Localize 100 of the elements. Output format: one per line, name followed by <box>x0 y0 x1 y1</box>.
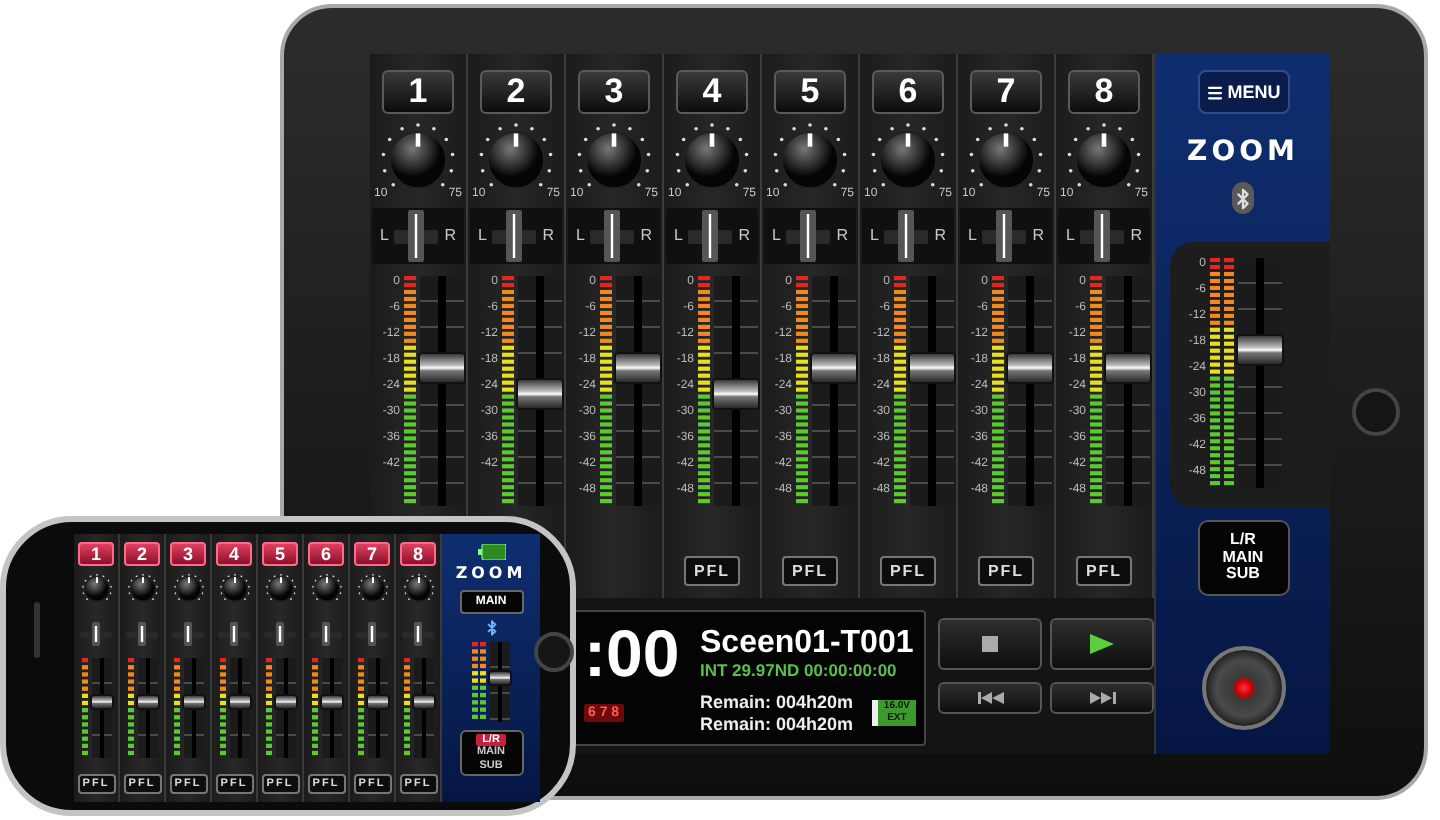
level-meter-drawing <box>173 658 179 758</box>
fader-knob[interactable] <box>411 693 435 710</box>
channel-number[interactable]: 7 <box>354 542 390 566</box>
gain-knob[interactable] <box>79 572 113 606</box>
pan-slider[interactable] <box>1094 210 1111 262</box>
gain-knob[interactable] <box>125 572 159 606</box>
pfl-button[interactable]: PFL <box>684 556 740 586</box>
pan-right-label: R <box>542 228 554 244</box>
pan-slider[interactable] <box>92 622 100 646</box>
pan-right-label: R <box>1130 228 1142 244</box>
level-meter-drawing <box>265 658 271 758</box>
pan-slider[interactable] <box>414 622 422 646</box>
speaker-slot <box>34 602 40 658</box>
play-button[interactable] <box>1050 618 1154 670</box>
pan-slider[interactable] <box>506 210 523 262</box>
menu-icon <box>1205 83 1224 101</box>
pfl-button[interactable]: PFL <box>880 556 936 586</box>
channel-number: 1 <box>382 70 454 114</box>
fader-knob[interactable] <box>418 351 466 384</box>
fader-knob[interactable] <box>1006 351 1054 384</box>
channel-number[interactable]: 4 <box>216 542 252 566</box>
channel-number[interactable]: 2 <box>124 542 160 566</box>
pan-slider[interactable] <box>184 622 192 646</box>
pan-right-label: R <box>640 228 652 244</box>
battery-icon <box>477 544 505 560</box>
pan-right-label: R <box>1032 228 1044 244</box>
pan-slider[interactable] <box>996 210 1013 262</box>
pan-right-label: R <box>934 228 946 244</box>
bus-select-button[interactable]: L/R MAIN SUB <box>1197 520 1289 596</box>
pfl-button[interactable]: PFL <box>782 556 838 586</box>
rewind-button[interactable] <box>938 682 1042 714</box>
channel-number: 6 <box>872 70 944 114</box>
pfl-button[interactable]: PFL <box>1076 556 1132 586</box>
pan-slider[interactable] <box>276 622 284 646</box>
fader-knob[interactable] <box>516 377 564 409</box>
channel-number: 7 <box>970 70 1042 114</box>
level-meter-drawing <box>311 658 317 758</box>
fader-knob[interactable] <box>1104 351 1152 384</box>
gain-knob[interactable] <box>401 572 435 606</box>
pan-slider[interactable] <box>368 622 376 646</box>
fader-knob[interactable] <box>1236 333 1284 366</box>
channel-number: 2 <box>480 70 552 114</box>
fader-knob[interactable] <box>89 693 113 710</box>
pan-slider[interactable] <box>604 210 621 262</box>
channel-number[interactable]: 3 <box>170 542 206 566</box>
pan-left-label: L <box>772 228 781 244</box>
gain-knob[interactable] <box>217 572 251 606</box>
home-button[interactable] <box>534 632 574 672</box>
pan-slider[interactable] <box>138 622 146 646</box>
fader-knob[interactable] <box>273 693 297 710</box>
channel-number: 8 <box>1068 70 1140 114</box>
pan-slider[interactable] <box>408 210 425 262</box>
pan-left-label: L <box>870 228 879 244</box>
fader-knob[interactable] <box>908 351 956 384</box>
fader-knob[interactable] <box>810 351 858 384</box>
level-meter-drawing <box>127 658 133 758</box>
gain-knob[interactable] <box>309 572 343 606</box>
pan-left-label: L <box>576 228 585 244</box>
menu-button[interactable]: MENU <box>1197 70 1289 114</box>
time-readout: :00 <box>584 620 682 687</box>
pan-slider[interactable] <box>898 210 915 262</box>
gain-knob[interactable] <box>171 572 205 606</box>
remain-time: Remain: 004h20m <box>700 692 854 714</box>
brand-logo: ZOOM <box>455 566 527 582</box>
pan-left-label: L <box>968 228 977 244</box>
channel-number: 4 <box>676 70 748 114</box>
fader-knob[interactable] <box>319 693 343 710</box>
pan-slider[interactable] <box>322 622 330 646</box>
fast-forward-button[interactable] <box>1050 682 1154 714</box>
play-icon <box>1090 634 1114 654</box>
timecode-readout: INT 29.97ND 00:00:00:00 <box>700 661 899 680</box>
gain-knob[interactable] <box>263 572 297 606</box>
level-meter-drawing <box>81 658 87 758</box>
take-name: Sceen01-T001 <box>700 627 916 662</box>
fader-knob[interactable] <box>227 693 251 710</box>
pan-slider[interactable] <box>800 210 817 262</box>
fader-knob[interactable] <box>365 693 389 710</box>
gain-knob[interactable] <box>355 572 389 606</box>
fader-knob[interactable] <box>135 693 159 710</box>
level-meter-drawing <box>219 658 225 758</box>
skip-forward-icon <box>1089 692 1115 704</box>
fader-knob[interactable] <box>488 669 512 686</box>
channel-number[interactable]: 5 <box>262 542 298 566</box>
fader-knob[interactable] <box>181 693 205 710</box>
bluetooth-icon <box>483 620 499 636</box>
pan-slider[interactable] <box>230 622 238 646</box>
channel-number[interactable]: 6 <box>308 542 344 566</box>
channel-number[interactable]: 1 <box>78 542 114 566</box>
pan-right-label: R <box>444 228 456 244</box>
pan-right-label: R <box>738 228 750 244</box>
level-meter-drawing <box>403 658 409 758</box>
record-button[interactable] <box>1201 646 1285 730</box>
remain-time: Remain: 004h20m <box>700 713 854 736</box>
fader-knob[interactable] <box>614 351 662 384</box>
fader-knob[interactable] <box>712 377 760 409</box>
pan-slider[interactable] <box>702 210 719 262</box>
stop-button[interactable] <box>938 618 1042 670</box>
channel-number[interactable]: 8 <box>400 542 436 566</box>
pfl-button[interactable]: PFL <box>978 556 1034 586</box>
level-meter-drawing <box>472 642 486 722</box>
